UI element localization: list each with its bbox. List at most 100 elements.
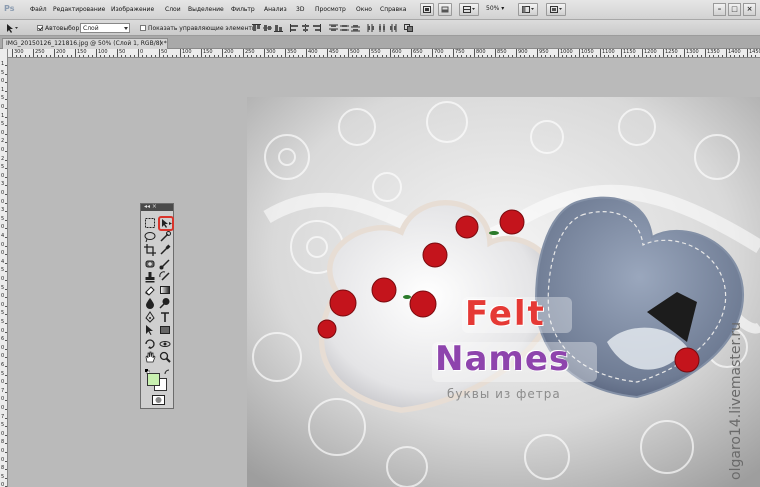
blur-tool-icon[interactable] — [144, 297, 156, 309]
distribute-horizontal-center-icon[interactable] — [378, 24, 387, 32]
collapse-panel-icon[interactable]: ◂◂ × — [144, 203, 157, 210]
zoom-tool-icon[interactable] — [159, 351, 171, 363]
ruler-label: 0 — [1, 224, 5, 231]
menu-window[interactable]: Окно — [356, 6, 372, 13]
ruler-label: 0 — [1, 104, 5, 110]
distribute-top-icon[interactable] — [329, 24, 338, 32]
menu-view[interactable]: Просмотр — [315, 6, 346, 13]
auto-align-layers-icon[interactable] — [404, 24, 413, 32]
gradient-tool-icon[interactable] — [159, 284, 171, 296]
3d-orbit-tool-icon[interactable] — [159, 338, 171, 350]
hand-tool-icon[interactable] — [144, 351, 156, 363]
ruler-tick — [54, 49, 55, 57]
ruler-tick — [705, 49, 706, 57]
ruler-label: 5 — [1, 69, 5, 76]
ruler-label: 0 — [1, 344, 5, 351]
path-selection-tool-icon[interactable] — [144, 324, 156, 336]
menu-layers[interactable]: Слои — [165, 6, 181, 13]
ruler-label: 0 — [1, 129, 5, 136]
foreground-color-swatch[interactable] — [147, 373, 160, 386]
bridge-button[interactable] — [420, 3, 434, 16]
ruler-label: 5 — [1, 370, 5, 377]
crop-tool-icon[interactable] — [144, 244, 156, 256]
mini-bridge-button[interactable] — [438, 3, 452, 16]
align-vertical-center-icon[interactable] — [263, 24, 272, 32]
distribute-right-icon[interactable] — [389, 24, 398, 32]
menu-edit[interactable]: Редактирование — [53, 6, 105, 13]
zoom-level[interactable]: 50% ▾ — [486, 5, 504, 12]
menu-bar: Ps Файл Редактирование Изображение Слои … — [0, 0, 760, 20]
align-top-icon[interactable] — [252, 24, 261, 32]
document-image[interactable]: Felt Names буквы из фетра — [247, 97, 760, 487]
ruler-label: 0 — [1, 456, 5, 463]
marquee-tool-icon[interactable] — [144, 217, 156, 229]
menu-file[interactable]: Файл — [30, 6, 47, 13]
align-horizontal-center-icon[interactable] — [301, 24, 310, 32]
close-tab-icon[interactable]: × — [159, 39, 164, 49]
arrange-documents-button[interactable] — [518, 3, 538, 16]
screen-mode-button[interactable] — [546, 3, 566, 16]
dodge-tool-icon[interactable] — [159, 297, 171, 309]
close-button[interactable]: × — [743, 3, 756, 16]
ruler-tick — [621, 49, 622, 57]
ruler-tick — [432, 49, 433, 57]
menu-help[interactable]: Справка — [380, 6, 406, 13]
spot-healing-brush-icon[interactable] — [144, 258, 156, 270]
ruler-label: 5 — [1, 164, 5, 171]
rectangle-tool-icon[interactable] — [159, 324, 171, 336]
document-tab[interactable]: IMG_20150126_121816.jpg @ 50% (Слой 1, R… — [2, 38, 168, 49]
ruler-tick — [138, 49, 139, 57]
ruler-label: 0 — [1, 250, 5, 257]
ruler-label: 3 — [1, 207, 5, 214]
distribute-bottom-icon[interactable] — [351, 24, 360, 32]
ruler-label: 1 — [1, 112, 5, 119]
distribute-left-icon[interactable] — [367, 24, 376, 32]
quick-selection-tool-icon[interactable] — [159, 231, 171, 243]
ruler-tick — [306, 49, 307, 57]
swap-colors-icon[interactable] — [164, 369, 170, 375]
menu-analysis[interactable]: Анализ — [264, 6, 287, 13]
eyedropper-tool-icon[interactable] — [159, 244, 171, 256]
distribute-vertical-center-icon[interactable] — [340, 24, 349, 32]
align-bottom-icon[interactable] — [274, 24, 283, 32]
menu-3d[interactable]: 3D — [296, 6, 304, 13]
lasso-tool-icon[interactable] — [144, 231, 156, 243]
eraser-tool-icon[interactable] — [144, 284, 156, 296]
ruler-label: 0 — [1, 276, 5, 282]
document-tab-title: IMG_20150126_121816.jpg @ 50% (Слой 1, R… — [6, 40, 167, 47]
align-right-icon[interactable] — [312, 24, 321, 32]
align-left-icon[interactable] — [290, 24, 299, 32]
move-tool-preset-icon[interactable] — [6, 23, 18, 33]
ruler-label: 0 — [1, 301, 5, 308]
menu-image[interactable]: Изображение — [111, 6, 154, 13]
tools-panel-titlebar[interactable]: ◂◂ × — [141, 203, 173, 211]
show-transform-controls-checkbox[interactable] — [140, 25, 146, 31]
ruler-label: 2 — [1, 155, 5, 162]
ruler-label: 2 — [1, 138, 5, 145]
view-extras-button[interactable] — [459, 3, 479, 16]
menu-select[interactable]: Выделение — [188, 6, 224, 13]
ruler-tick — [579, 49, 580, 57]
ruler-tick — [96, 49, 97, 57]
move-tool-icon[interactable] — [158, 216, 174, 231]
ruler-label: 8 — [1, 439, 5, 446]
horizontal-ruler[interactable]: 300 250 200 150 100 50 0 50 100 150 200 250 300 350 40… — [8, 49, 760, 58]
menu-filter[interactable]: Фильтр — [231, 6, 255, 13]
clone-stamp-tool-icon[interactable] — [144, 271, 156, 283]
quick-mask-icon[interactable] — [152, 395, 165, 405]
pen-tool-icon[interactable] — [144, 311, 156, 323]
3d-rotate-tool-icon[interactable] — [144, 338, 156, 350]
minimize-button[interactable]: – — [713, 3, 726, 16]
history-brush-tool-icon[interactable] — [159, 271, 171, 283]
auto-select-checkbox[interactable] — [37, 25, 43, 31]
ruler-tick — [201, 49, 202, 57]
vertical-ruler[interactable]: 1501501502025030035040045050055060065070… — [0, 49, 8, 487]
auto-select-dropdown[interactable]: Слой — [80, 23, 130, 33]
ruler-label: 0 — [1, 327, 5, 334]
type-tool-icon[interactable] — [159, 311, 171, 323]
brush-tool-icon[interactable] — [159, 258, 171, 270]
ruler-tick — [348, 49, 349, 57]
maximize-button[interactable]: □ — [728, 3, 741, 16]
ruler-tick — [600, 49, 601, 57]
logo-felt-text: Felt — [465, 294, 546, 334]
